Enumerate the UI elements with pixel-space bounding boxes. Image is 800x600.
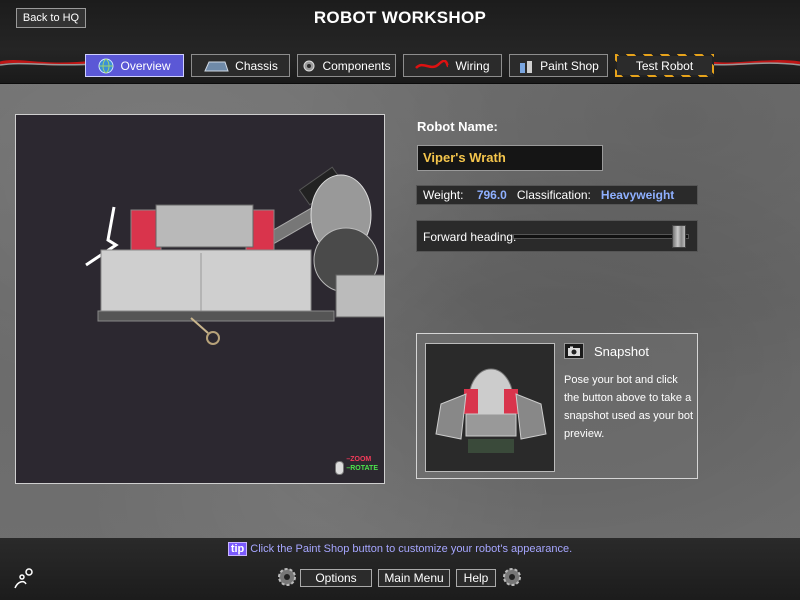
top-bar: Back to HQ ROBOT WORKSHOP Overview Chass… xyxy=(0,0,800,84)
game-logo-icon xyxy=(14,568,33,589)
tab-label: Test Robot xyxy=(635,58,694,73)
small-gear xyxy=(206,331,220,345)
weight-value: 796.0 xyxy=(476,188,507,202)
rotate-hint-label: –ROTATE xyxy=(346,465,378,472)
mouse-icon xyxy=(335,461,344,475)
tip-text: Click the Paint Shop button to customize… xyxy=(250,543,573,555)
weight-label: Weight: xyxy=(423,188,464,202)
tab-wiring[interactable]: Wiring xyxy=(403,54,502,77)
robot-name-input[interactable]: Viper's Wrath xyxy=(417,145,603,171)
options-button[interactable]: Options xyxy=(300,569,372,587)
classification-label: Classification: xyxy=(516,188,591,202)
zoom-rotate-hint: –ZOOM –ROTATE xyxy=(346,455,378,473)
snapshot-preview xyxy=(425,343,555,472)
gear-icon xyxy=(278,568,296,586)
snapshot-description: Pose your bot and click the button above… xyxy=(564,374,694,440)
tab-label: Paint Shop xyxy=(540,58,599,73)
tab-label: Chassis xyxy=(235,58,278,73)
help-button[interactable]: Help xyxy=(456,569,496,587)
forward-heading-control: Forward heading: xyxy=(416,220,698,252)
robot-name-label: Robot Name: xyxy=(417,119,498,134)
gear-icon xyxy=(503,568,521,586)
robot-3d-viewport[interactable]: –ZOOM –ROTATE xyxy=(15,114,385,484)
tab-overview[interactable]: Overview xyxy=(85,54,184,77)
front-diamond-plate xyxy=(335,274,384,318)
stats-bar: Weight: 796.0 Classification: Heavyweigh… xyxy=(416,185,698,205)
forward-heading-slider-thumb[interactable] xyxy=(671,225,686,248)
main-chassis-body xyxy=(100,249,312,316)
tab-chassis[interactable]: Chassis xyxy=(191,54,290,77)
tab-label: Overview xyxy=(120,58,171,73)
tab-components[interactable]: Components xyxy=(297,54,396,77)
top-diamond-plate xyxy=(155,204,254,248)
forward-heading-label: Forward heading: xyxy=(423,230,517,244)
tab-label: Components xyxy=(322,58,391,73)
robot-preview-render xyxy=(435,368,547,453)
wire-icon xyxy=(415,59,450,69)
take-snapshot-button[interactable] xyxy=(564,343,584,359)
bottom-bar: tip Click the Paint Shop button to custom… xyxy=(0,538,800,600)
cable-decoration-right xyxy=(705,60,800,66)
classification-value: Heavyweight xyxy=(600,188,675,202)
snapshot-title: Snapshot xyxy=(594,344,649,359)
gear-icon xyxy=(303,60,315,71)
robot-model-render xyxy=(85,166,384,345)
zoom-hint-label: –ZOOM xyxy=(346,456,372,463)
camera-icon xyxy=(568,346,580,356)
tab-label: Wiring xyxy=(455,58,490,73)
tip-badge: tip xyxy=(227,542,248,556)
globe-icon xyxy=(98,58,114,73)
tab-paint-shop[interactable]: Paint Shop xyxy=(509,54,608,77)
forward-heading-slider-track[interactable] xyxy=(513,234,689,239)
snapshot-panel: Snapshot Pose your bot and click the but… xyxy=(416,333,698,479)
paint-cans-icon xyxy=(520,60,533,73)
page-title: ROBOT WORKSHOP xyxy=(313,8,487,27)
tab-test-robot[interactable]: Test Robot xyxy=(615,54,714,77)
main-menu-button[interactable]: Main Menu xyxy=(378,569,450,587)
tip-line: tip Click the Paint Shop button to custom… xyxy=(0,542,800,556)
chassis-icon xyxy=(204,61,229,71)
track xyxy=(97,310,335,322)
cable-decoration-left xyxy=(0,60,95,66)
